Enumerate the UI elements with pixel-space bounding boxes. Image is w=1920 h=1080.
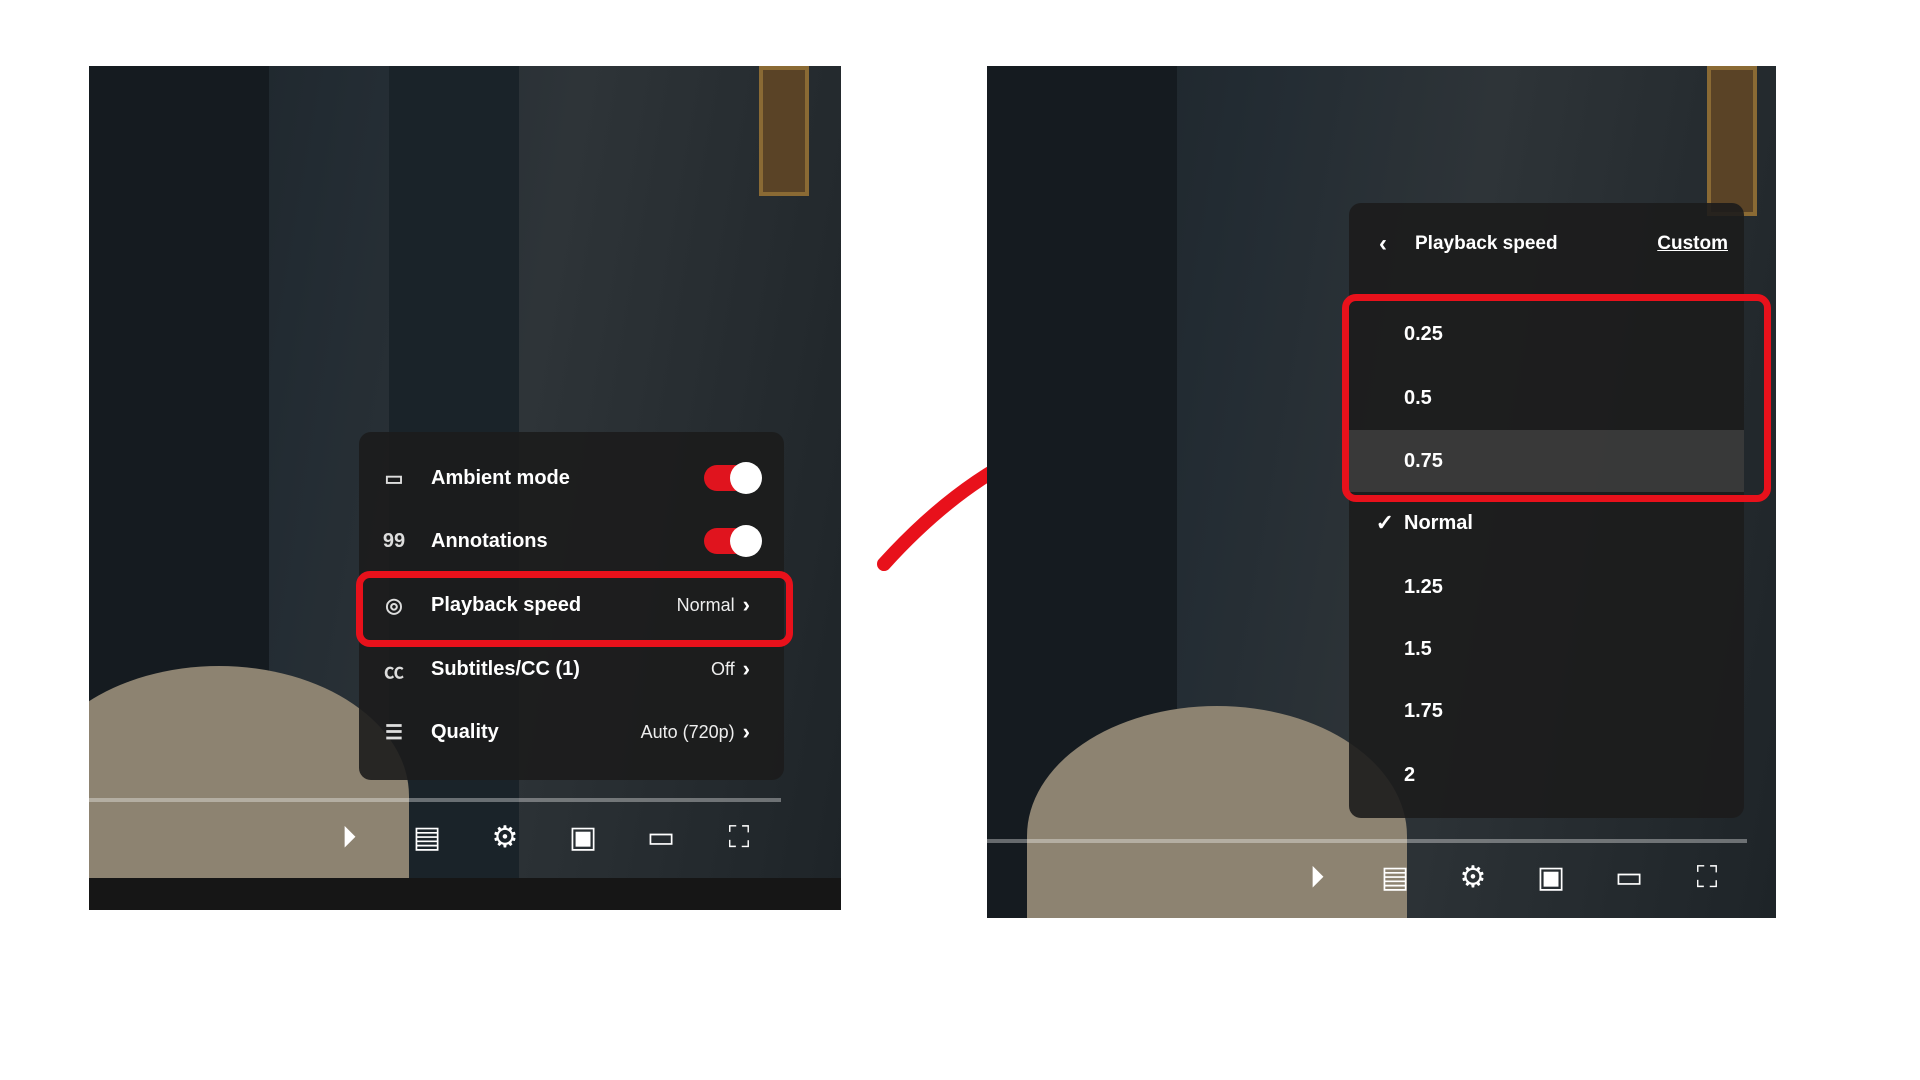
subtitles-icon[interactable]: ▤: [1375, 860, 1415, 895]
menu-header: ‹ Playback speed Custom: [1379, 230, 1728, 258]
speed-option[interactable]: 1.75: [1349, 680, 1744, 742]
speed-option[interactable]: 2: [1349, 744, 1744, 806]
picture-frame: [1707, 66, 1757, 216]
settings-gear-icon[interactable]: ⚙: [1453, 860, 1493, 895]
custom-link[interactable]: Custom: [1657, 233, 1728, 255]
back-chevron-icon[interactable]: ‹: [1379, 230, 1387, 258]
theater-mode-icon[interactable]: ▭: [1609, 860, 1649, 895]
speed-option[interactable]: 1.25: [1349, 556, 1744, 618]
autoplay-toggle-icon[interactable]: ⏵: [1297, 861, 1337, 895]
checkmark-icon: ✓: [1375, 510, 1394, 535]
highlight-box-slow-speeds: [1342, 294, 1771, 502]
speed-option[interactable]: 1.5: [1349, 618, 1744, 680]
player-controls: ⏵ ▤ ⚙ ▣ ▭ ⛶: [1297, 860, 1727, 895]
progress-bar[interactable]: [987, 839, 1747, 843]
miniplayer-icon[interactable]: ▣: [1531, 860, 1571, 895]
fullscreen-icon[interactable]: ⛶: [1687, 861, 1727, 895]
